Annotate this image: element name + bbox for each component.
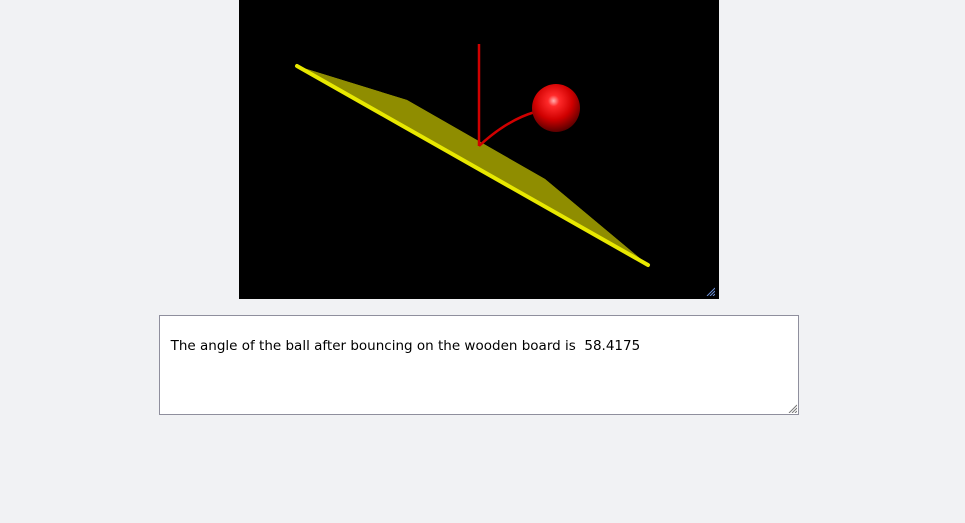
red-ball	[532, 84, 580, 132]
output-text: The angle of the ball after bouncing on …	[170, 338, 641, 354]
ball-trail-bounce	[478, 110, 536, 147]
textarea-resize-icon[interactable]	[788, 404, 797, 413]
3d-scene-canvas[interactable]	[239, 0, 719, 299]
resize-grip-icon[interactable]	[705, 286, 715, 296]
wooden-board-front-edge	[295, 64, 650, 267]
scene-svg	[295, 44, 650, 267]
output-textarea[interactable]: The angle of the ball after bouncing on …	[159, 315, 799, 415]
